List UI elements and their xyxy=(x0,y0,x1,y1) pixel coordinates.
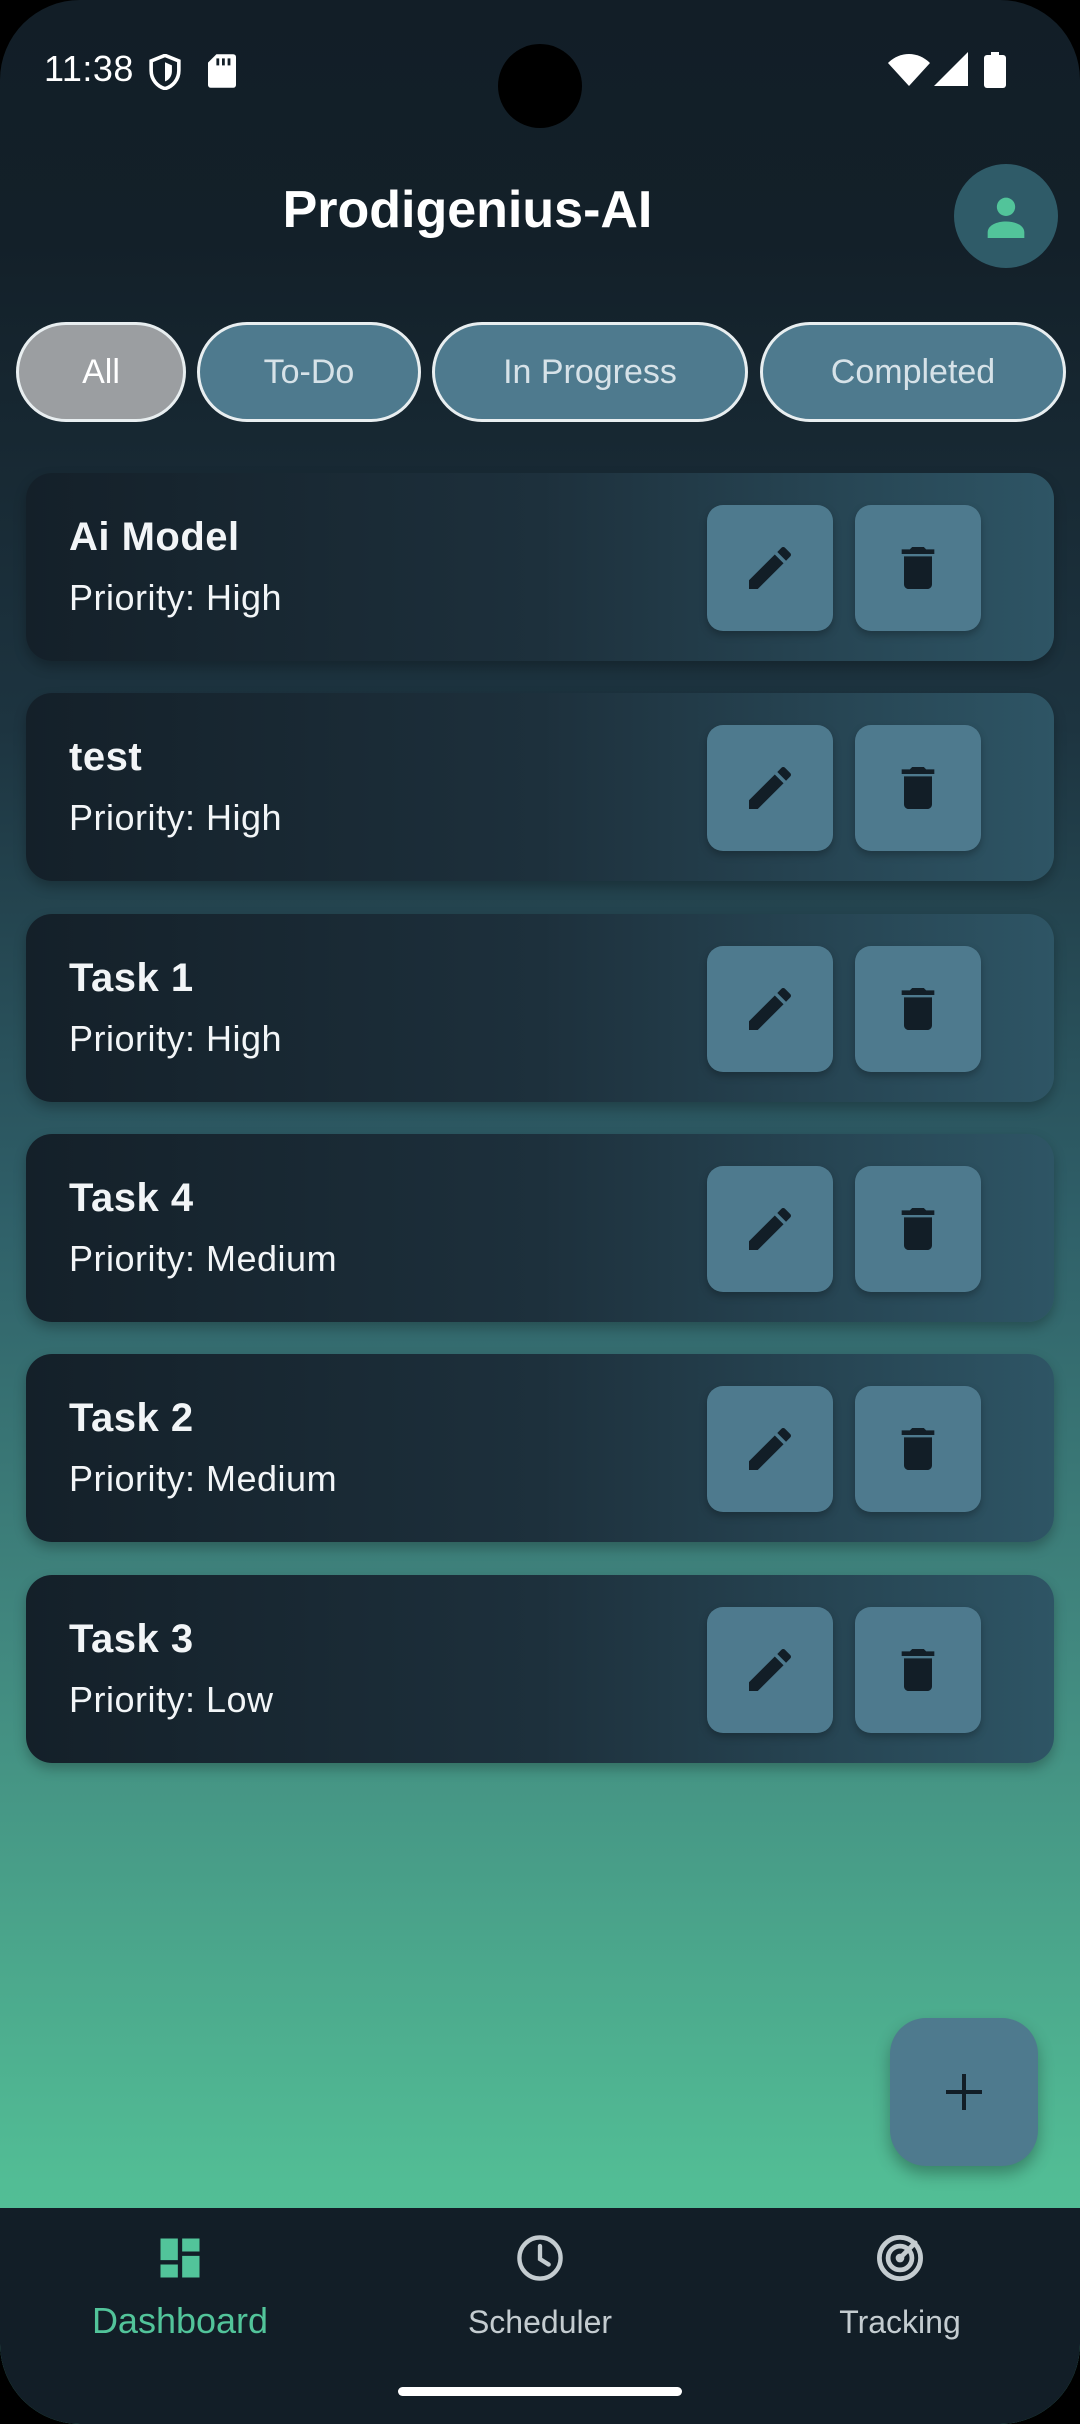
add-task-button[interactable] xyxy=(890,2018,1038,2166)
pencil-icon xyxy=(749,1207,792,1250)
plus-icon xyxy=(946,2074,982,2110)
task-title: Task 2 xyxy=(69,1396,194,1440)
task-priority: Priority: Medium xyxy=(69,1458,338,1499)
status-time: 11:38 xyxy=(44,48,134,89)
task-title: test xyxy=(69,735,143,779)
pencil-icon xyxy=(749,546,792,589)
clock-icon xyxy=(517,2235,563,2281)
task-priority: Priority: High xyxy=(69,797,283,838)
filter-chip-todo[interactable]: To-Do xyxy=(197,322,421,422)
pencil-icon xyxy=(749,1648,792,1691)
nav-item-tracking[interactable]: Tracking xyxy=(720,2208,1080,2388)
task-title: Ai Model xyxy=(69,515,240,559)
delete-task-button[interactable] xyxy=(855,1166,981,1292)
trash-icon xyxy=(901,767,935,809)
home-indicator[interactable] xyxy=(398,2387,682,2396)
trash-icon xyxy=(901,547,935,589)
nav-item-scheduler[interactable]: Scheduler xyxy=(360,2208,720,2388)
task-card[interactable]: Ai Model Priority: High xyxy=(26,473,1054,661)
dashboard-icon xyxy=(160,2238,200,2278)
app-screen: 11:38 Prodigenius-AI All To-Do In Progre… xyxy=(0,0,1080,2424)
nav-label: Dashboard xyxy=(91,2300,269,2341)
filter-chip-in-progress[interactable]: In Progress xyxy=(432,322,748,422)
task-priority: Priority: High xyxy=(69,1018,283,1059)
camera-cutout xyxy=(498,44,582,128)
trash-icon xyxy=(901,1208,935,1250)
delete-task-button[interactable] xyxy=(855,505,981,631)
edit-task-button[interactable] xyxy=(707,1386,833,1512)
sd-card-icon xyxy=(208,54,236,88)
trash-icon xyxy=(901,988,935,1030)
edit-task-button[interactable] xyxy=(707,725,833,851)
trash-icon xyxy=(901,1649,935,1691)
task-card[interactable]: test Priority: High xyxy=(26,693,1054,881)
task-priority: Priority: Low xyxy=(69,1679,274,1720)
task-card[interactable]: Task 1 Priority: High xyxy=(26,914,1054,1102)
profile-button[interactable] xyxy=(954,164,1058,268)
pencil-icon xyxy=(749,766,792,809)
edit-task-button[interactable] xyxy=(707,1607,833,1733)
delete-task-button[interactable] xyxy=(855,725,981,851)
delete-task-button[interactable] xyxy=(855,946,981,1072)
edit-task-button[interactable] xyxy=(707,505,833,631)
nav-label: Scheduler xyxy=(467,2304,613,2340)
delete-task-button[interactable] xyxy=(855,1607,981,1733)
signal-icon xyxy=(934,52,968,86)
task-title: Task 1 xyxy=(69,956,194,1000)
task-card[interactable]: Task 3 Priority: Low xyxy=(26,1575,1054,1763)
task-title: Task 4 xyxy=(69,1176,194,1220)
nav-item-dashboard[interactable]: Dashboard xyxy=(0,2208,360,2388)
wifi-icon xyxy=(888,54,930,86)
filter-chip-all[interactable]: All xyxy=(16,322,186,422)
edit-task-button[interactable] xyxy=(707,946,833,1072)
task-card[interactable]: Task 2 Priority: Medium xyxy=(26,1354,1054,1542)
pencil-icon xyxy=(749,987,792,1030)
task-card[interactable]: Task 4 Priority: Medium xyxy=(26,1134,1054,1322)
radar-icon xyxy=(877,2235,923,2281)
trash-icon xyxy=(901,1428,935,1470)
task-title: Task 3 xyxy=(69,1617,194,1661)
person-icon xyxy=(987,197,1025,238)
app-title: Prodigenius-AI xyxy=(282,181,653,239)
filter-chip-completed[interactable]: Completed xyxy=(760,322,1066,422)
task-priority: Priority: High xyxy=(69,577,283,618)
status-bar: 11:38 xyxy=(0,0,1080,140)
task-priority: Priority: Medium xyxy=(69,1238,338,1279)
delete-task-button[interactable] xyxy=(855,1386,981,1512)
edit-task-button[interactable] xyxy=(707,1166,833,1292)
pencil-icon xyxy=(749,1427,792,1470)
shield-icon xyxy=(149,54,181,90)
nav-label: Tracking xyxy=(839,2304,961,2340)
battery-icon xyxy=(984,52,1006,88)
